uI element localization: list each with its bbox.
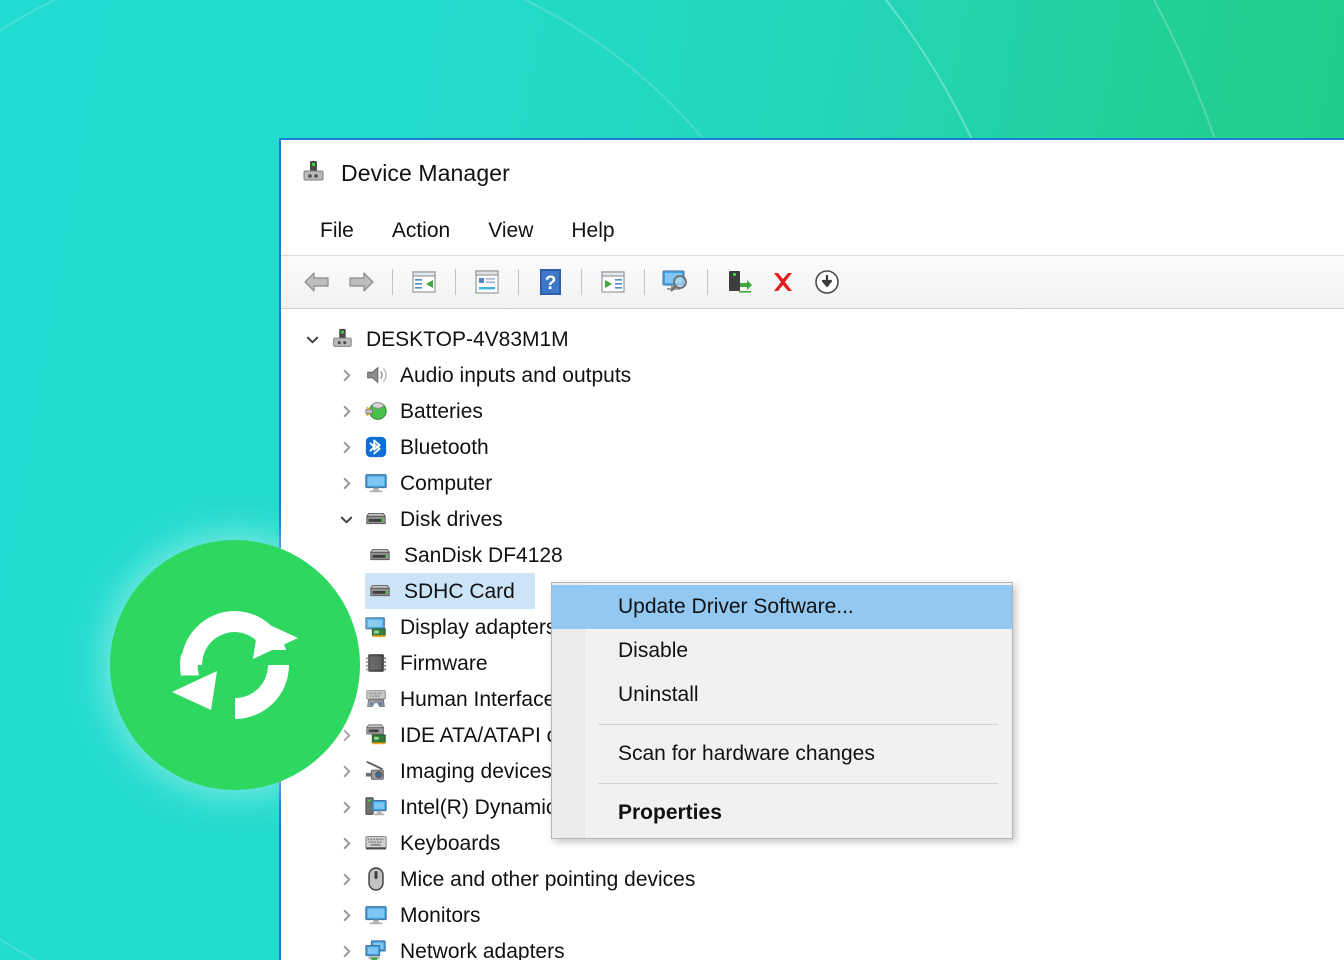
- uninstall-device-icon[interactable]: [761, 262, 805, 302]
- chevron-right-icon[interactable]: [331, 908, 361, 923]
- tree-item-label: Firmware: [400, 653, 488, 674]
- tree-item-label: DESKTOP-4V83M1M: [366, 329, 569, 350]
- menu-view[interactable]: View: [469, 215, 552, 247]
- chevron-down-icon[interactable]: [297, 332, 327, 347]
- tree-item-batteries[interactable]: Batteries: [281, 393, 1344, 429]
- disk-drive-icon: [361, 506, 391, 532]
- tree-item-label: Computer: [400, 473, 492, 494]
- chevron-right-icon[interactable]: [331, 764, 361, 779]
- toolbar-separator: [707, 269, 708, 295]
- tree-item-label: Batteries: [400, 401, 483, 422]
- monitor-icon: [361, 902, 391, 928]
- menu-separator: [598, 724, 998, 725]
- tree-item-sandisk[interactable]: SanDisk DF4128: [281, 537, 1344, 573]
- chevron-right-icon[interactable]: [331, 404, 361, 419]
- tree-item-mice[interactable]: Mice and other pointing devices: [281, 861, 1344, 897]
- tree-item-audio[interactable]: Audio inputs and outputs: [281, 357, 1344, 393]
- enable-device-icon[interactable]: [717, 262, 761, 302]
- tree-item-label: Audio inputs and outputs: [400, 365, 631, 386]
- menu-item-scan-for-hardware-changes[interactable]: Scan for hardware changes: [552, 732, 1012, 776]
- disk-drive-icon: [365, 542, 395, 568]
- ide-controller-icon: [361, 722, 391, 748]
- tree-item-label: SDHC Card: [404, 581, 515, 602]
- toolbar-separator: [455, 269, 456, 295]
- menu-item-update-driver-software[interactable]: Update Driver Software...: [552, 585, 1012, 629]
- tree-item-label: Imaging devices: [400, 761, 552, 782]
- scan-hardware-changes-icon[interactable]: [654, 262, 698, 302]
- device-context-menu[interactable]: Update Driver Software... Disable Uninst…: [551, 582, 1013, 839]
- update-driver-icon[interactable]: [591, 262, 635, 302]
- toolbar: ?: [281, 256, 1344, 309]
- toolbar-separator: [644, 269, 645, 295]
- forward-arrow-icon[interactable]: [339, 262, 383, 302]
- properties-icon[interactable]: [465, 262, 509, 302]
- tree-item-label: Keyboards: [400, 833, 500, 854]
- menu-help[interactable]: Help: [552, 215, 633, 247]
- hid-gamepad-icon: [361, 686, 391, 712]
- chevron-down-icon[interactable]: [331, 512, 361, 527]
- menu-bar: File Action View Help: [281, 206, 1344, 256]
- menu-item-disable[interactable]: Disable: [552, 629, 1012, 673]
- tree-item-label: Mice and other pointing devices: [400, 869, 695, 890]
- tree-item-computer[interactable]: Computer: [281, 465, 1344, 501]
- battery-icon: [361, 398, 391, 424]
- network-adapter-icon: [361, 938, 391, 960]
- disk-drive-icon: [365, 578, 395, 604]
- refresh-badge: [110, 540, 360, 790]
- tree-item-label: Disk drives: [400, 509, 503, 530]
- intel-platform-icon: [361, 794, 391, 820]
- back-arrow-icon[interactable]: [295, 262, 339, 302]
- tree-item-label: Monitors: [400, 905, 481, 926]
- bluetooth-icon: [361, 434, 391, 460]
- menu-item-uninstall[interactable]: Uninstall: [552, 673, 1012, 717]
- speaker-icon: [361, 362, 391, 388]
- tree-item-bluetooth[interactable]: Bluetooth: [281, 429, 1344, 465]
- disable-device-icon[interactable]: [805, 262, 849, 302]
- menu-file[interactable]: File: [301, 215, 373, 247]
- device-manager-icon: [300, 158, 326, 189]
- tree-item-disk-drives[interactable]: Disk drives: [281, 501, 1344, 537]
- menu-separator: [598, 783, 998, 784]
- chevron-right-icon[interactable]: [331, 368, 361, 383]
- tree-item-label: Display adapters: [400, 617, 556, 638]
- computer-root-icon: [327, 326, 357, 352]
- toolbar-separator: [518, 269, 519, 295]
- window-title: Device Manager: [341, 160, 510, 187]
- help-icon[interactable]: ?: [528, 262, 572, 302]
- mouse-icon: [361, 866, 391, 892]
- keyboard-icon: [361, 830, 391, 856]
- tree-item-network-adapters[interactable]: Network adapters: [281, 933, 1344, 960]
- refresh-sync-icon: [160, 590, 310, 740]
- tree-item-label: Bluetooth: [400, 437, 489, 458]
- camera-icon: [361, 758, 391, 784]
- tree-item-label: Network adapters: [400, 941, 565, 960]
- chevron-right-icon[interactable]: [331, 872, 361, 887]
- chevron-right-icon[interactable]: [331, 944, 361, 959]
- tree-item-monitors[interactable]: Monitors: [281, 897, 1344, 933]
- chevron-right-icon[interactable]: [331, 800, 361, 815]
- menu-action[interactable]: Action: [373, 215, 469, 247]
- svg-text:?: ?: [544, 273, 556, 294]
- monitor-icon: [361, 470, 391, 496]
- chevron-right-icon[interactable]: [331, 476, 361, 491]
- chevron-right-icon[interactable]: [331, 440, 361, 455]
- firmware-chip-icon: [361, 650, 391, 676]
- display-adapter-icon: [361, 614, 391, 640]
- toolbar-separator: [392, 269, 393, 295]
- tree-item-desktop[interactable]: DESKTOP-4V83M1M: [281, 321, 1344, 357]
- chevron-right-icon[interactable]: [331, 836, 361, 851]
- show-hidden-devices-icon[interactable]: [402, 262, 446, 302]
- toolbar-separator: [581, 269, 582, 295]
- window-titlebar: Device Manager: [281, 140, 1344, 206]
- menu-item-properties[interactable]: Properties: [552, 791, 1012, 835]
- tree-item-label: SanDisk DF4128: [404, 545, 563, 566]
